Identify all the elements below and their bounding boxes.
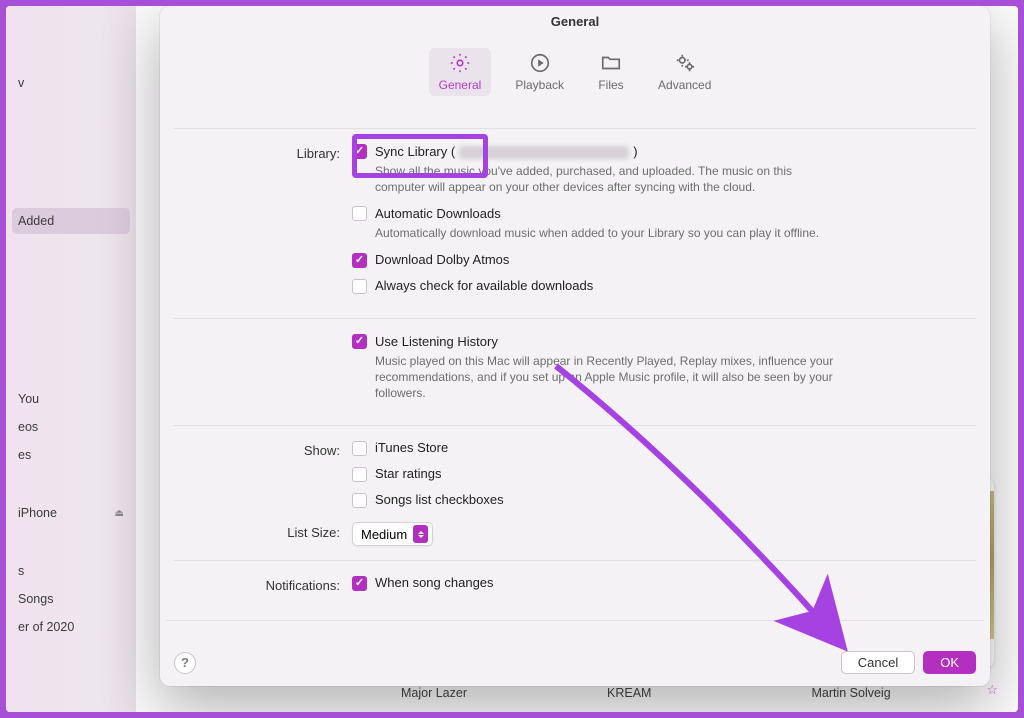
always-check-downloads-checkbox[interactable] [352, 279, 367, 294]
tab-advanced[interactable]: Advanced [648, 48, 721, 96]
tab-label: General [439, 78, 482, 92]
redacted-account-name [459, 146, 629, 159]
sidebar-item-label: iPhone [18, 506, 57, 520]
automatic-downloads-checkbox[interactable] [352, 206, 367, 221]
tab-bar: General Playback Files Advanced [160, 48, 990, 96]
modal-title: General [160, 14, 990, 29]
itunes-store-checkbox[interactable] [352, 441, 367, 456]
preferences-modal: General General Playback Files Advanced [160, 6, 990, 686]
sidebar-item[interactable]: Songs [12, 586, 130, 612]
sync-library-desc: Show all the music you've added, purchas… [375, 163, 845, 195]
automatic-downloads-desc: Automatically download music when added … [375, 225, 819, 241]
dolby-atmos-label: Download Dolby Atmos [375, 252, 509, 267]
songs-list-checkboxes-label: Songs list checkboxes [375, 492, 504, 507]
songs-list-checkboxes-checkbox[interactable] [352, 493, 367, 508]
sync-library-checkbox[interactable] [352, 144, 367, 159]
sidebar-item-added[interactable]: Added [12, 208, 130, 234]
sidebar-item[interactable]: es [12, 442, 130, 468]
listening-history-checkbox[interactable] [352, 334, 367, 349]
listening-history-desc: Music played on this Mac will appear in … [375, 353, 845, 402]
sync-library-label: Sync Library () [375, 144, 638, 159]
play-circle-icon [527, 52, 553, 74]
select-stepper-icon [413, 525, 428, 543]
divider [174, 128, 976, 129]
sidebar-item[interactable]: er of 2020 [12, 614, 130, 640]
artist-name[interactable]: KREAM [607, 686, 651, 700]
star-ratings-checkbox[interactable] [352, 467, 367, 482]
app-sidebar: v Added You eos es iPhone ⏏ ⌄ s Songs er… [6, 6, 136, 712]
list-size-select[interactable]: Medium [352, 522, 433, 546]
automatic-downloads-label: Automatic Downloads [375, 206, 501, 221]
sidebar-item[interactable]: s [12, 558, 130, 584]
sidebar-item[interactable]: eos [12, 414, 130, 440]
sidebar-item-iphone[interactable]: iPhone ⏏ ⌄ [12, 500, 130, 526]
notifications-label: Notifications: [174, 575, 352, 593]
divider [166, 620, 984, 621]
dolby-atmos-checkbox[interactable] [352, 253, 367, 268]
ok-button[interactable]: OK [923, 651, 976, 674]
list-size-label: List Size: [174, 522, 352, 540]
divider [174, 560, 976, 561]
gears-icon [672, 52, 698, 74]
star-ratings-label: Star ratings [375, 466, 441, 481]
tab-playback[interactable]: Playback [505, 48, 574, 96]
tab-label: Advanced [658, 78, 711, 92]
show-section-label: Show: [174, 440, 352, 458]
song-changes-checkbox[interactable] [352, 576, 367, 591]
cancel-button[interactable]: Cancel [841, 651, 915, 674]
folder-icon [598, 52, 624, 74]
artist-name[interactable]: Major Lazer [401, 686, 467, 700]
list-size-value: Medium [361, 527, 407, 542]
chevron-down-icon[interactable]: ⌄ [114, 508, 122, 519]
sidebar-item[interactable]: You [12, 386, 130, 412]
library-section-label: Library: [174, 143, 352, 161]
help-button[interactable]: ? [174, 652, 196, 674]
gear-icon [447, 52, 473, 74]
tab-general[interactable]: General [429, 48, 492, 96]
tab-files[interactable]: Files [588, 48, 634, 96]
divider [174, 425, 976, 426]
tab-label: Playback [515, 78, 564, 92]
song-changes-label: When song changes [375, 575, 494, 590]
sidebar-item[interactable]: v [12, 70, 130, 96]
favorite-star-icon[interactable]: ☆ [986, 682, 998, 698]
artists-row: Major Lazer KREAM Martin Solveig [401, 686, 978, 700]
listening-history-label: Use Listening History [375, 334, 498, 349]
itunes-store-label: iTunes Store [375, 440, 448, 455]
tab-label: Files [598, 78, 623, 92]
artist-name[interactable]: Martin Solveig [811, 686, 890, 700]
always-check-downloads-label: Always check for available downloads [375, 278, 593, 293]
divider [174, 318, 976, 319]
